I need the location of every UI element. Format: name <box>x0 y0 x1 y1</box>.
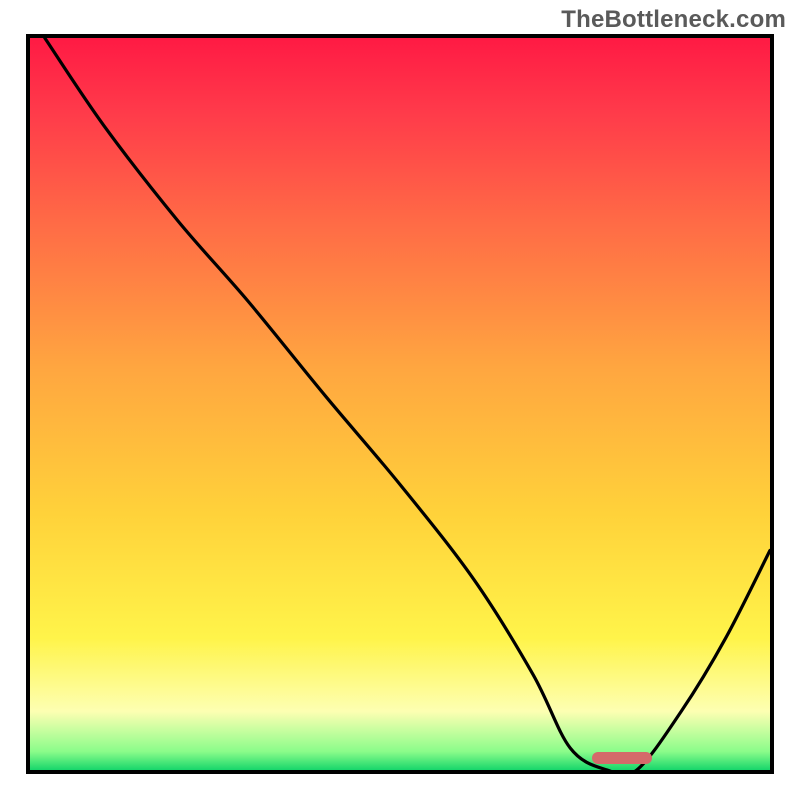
chart-container: TheBottleneck.com <box>0 0 800 800</box>
watermark-text: TheBottleneck.com <box>561 6 786 34</box>
optimal-range-marker <box>592 752 651 764</box>
bottleneck-curve <box>45 38 770 770</box>
plot-frame <box>26 34 774 774</box>
curve-svg <box>30 38 770 770</box>
